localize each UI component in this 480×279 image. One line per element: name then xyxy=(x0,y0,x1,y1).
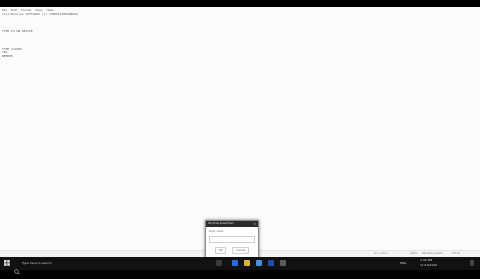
dialog-button-row: OK Cancel xyxy=(209,247,255,254)
ok-button[interactable]: OK xyxy=(214,247,227,254)
windows-start-icon[interactable] xyxy=(4,260,10,266)
text-line: REMOVE xyxy=(2,53,13,58)
dialog-body: Enter value OK Cancel xyxy=(206,227,258,257)
text-line: TYPE IS ON DEVICE xyxy=(2,28,33,33)
dialog-input-field[interactable] xyxy=(209,236,255,243)
settings-icon[interactable] xyxy=(280,260,286,266)
search-icon[interactable] xyxy=(14,260,20,275)
notification-icon[interactable] xyxy=(470,260,474,266)
task-view-icon[interactable] xyxy=(216,260,222,266)
dialog-title-bar[interactable]: Windows PowerShell ✕ xyxy=(206,221,258,227)
top-black-bar xyxy=(0,0,480,7)
dialog-prompt: Enter value xyxy=(209,230,224,233)
browser-icon[interactable] xyxy=(232,260,238,266)
document-header-line: LocalMachine SOFTWARE (7).TOBEDEFINEDNED… xyxy=(2,12,78,16)
close-icon[interactable]: ✕ xyxy=(253,221,256,227)
input-dialog: Windows PowerShell ✕ Enter value OK Canc… xyxy=(205,220,259,259)
file-explorer-icon[interactable] xyxy=(244,260,250,266)
taskbar: Type here to search ENG 4:36 PM 11/16/20… xyxy=(0,257,480,275)
notepad-icon[interactable] xyxy=(256,260,262,266)
cancel-button[interactable]: Cancel xyxy=(232,247,250,254)
powershell-icon[interactable] xyxy=(268,260,274,266)
taskbar-search-box[interactable]: Type here to search xyxy=(22,257,52,270)
language-indicator[interactable]: ENG xyxy=(400,257,406,270)
clock-date[interactable]: 11/16/2020 xyxy=(420,262,437,275)
dialog-title: Windows PowerShell xyxy=(208,222,234,225)
editor-text-area[interactable]: TYPE IS ON DEVICE TYPE CLOSED YES REMOVE xyxy=(2,19,33,59)
